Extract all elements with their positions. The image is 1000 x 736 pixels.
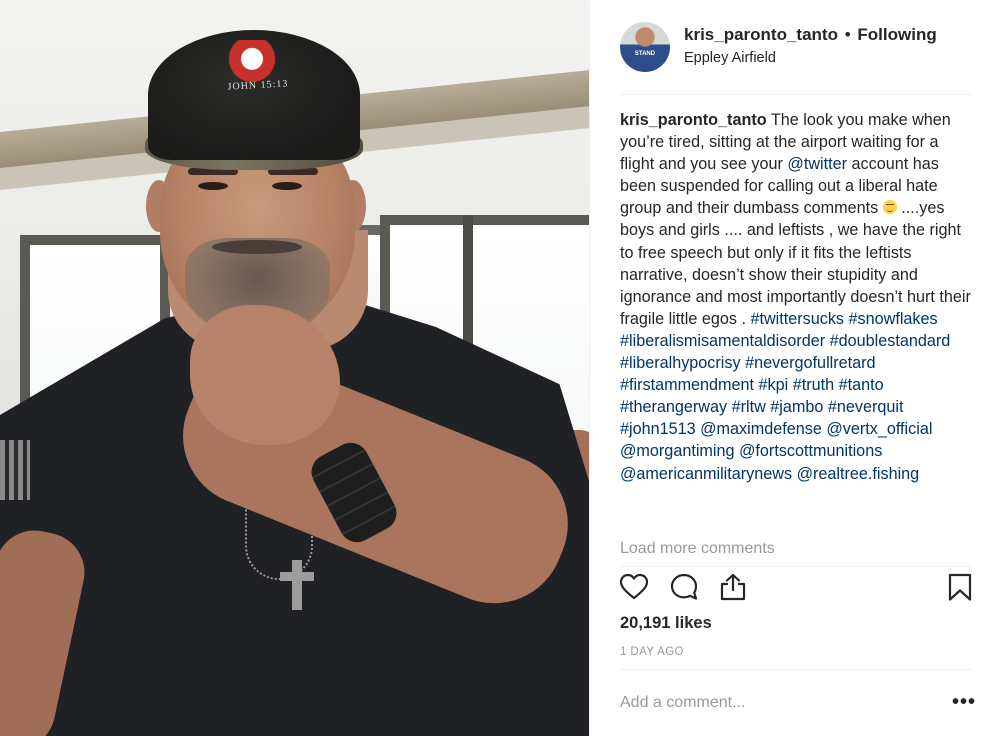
hashtag-link[interactable]: #neverquit xyxy=(828,398,904,416)
photo-eye-right xyxy=(272,182,302,190)
post-sidebar: STAND kris_paronto_tanto • Following Epp… xyxy=(589,0,1000,736)
header-divider xyxy=(620,94,972,95)
hashtag-link[interactable]: #liberalismisamentaldisorder xyxy=(620,332,825,350)
hashtag-link[interactable]: #snowflakes xyxy=(849,310,938,328)
like-button[interactable] xyxy=(619,572,649,602)
heart-icon xyxy=(619,573,649,600)
share-button[interactable] xyxy=(718,572,748,602)
location-link[interactable]: Eppley Airfield xyxy=(684,50,776,66)
comment-bubble-icon xyxy=(670,573,698,600)
photo-cap-emblem xyxy=(222,40,282,82)
photo-cross-pendant-bar xyxy=(280,572,314,581)
hashtag-link[interactable]: #twittersucks xyxy=(750,310,844,328)
hashtag-link[interactable]: #doublestandard xyxy=(830,332,951,350)
mention-link[interactable]: @twitter xyxy=(787,155,847,173)
bookmark-icon xyxy=(948,573,972,601)
hashtag-link[interactable]: #liberalhypocrisy xyxy=(620,354,741,372)
hashtag-link[interactable]: #john1513 xyxy=(620,420,696,438)
action-bar xyxy=(590,568,1000,608)
hashtag-link[interactable]: #rltw xyxy=(732,398,766,416)
caption-username-link[interactable]: kris_paronto_tanto xyxy=(620,111,767,129)
mention-link[interactable]: @maximdefense xyxy=(700,420,822,438)
mention-link[interactable]: @realtree.fishing xyxy=(797,465,920,483)
hashtag-list: #twittersucks #snowflakes #liberalismisa… xyxy=(620,310,950,483)
share-icon xyxy=(720,573,746,601)
load-more-comments-button[interactable]: Load more comments xyxy=(620,540,775,558)
hashtag-link[interactable]: #jambo xyxy=(770,398,823,416)
add-comment-input[interactable]: Add a comment... xyxy=(620,694,920,712)
hashtag-link[interactable]: #firstammendment xyxy=(620,376,754,394)
hashtag-link[interactable]: #nevergofullretard xyxy=(745,354,875,372)
following-button[interactable]: Following xyxy=(857,25,936,44)
likes-count[interactable]: 20,191 likes xyxy=(620,614,712,633)
caption-text-3: ....yes boys and girls .... and leftists… xyxy=(620,199,971,328)
post-header: STAND kris_paronto_tanto • Following Epp… xyxy=(590,0,1000,94)
photo-eye-left xyxy=(198,182,228,190)
hashtag-link[interactable]: #therangerway xyxy=(620,398,727,416)
save-button[interactable] xyxy=(945,572,975,602)
post-caption: kris_paronto_tanto The look you make whe… xyxy=(620,109,976,485)
unamused-face-emoji-icon xyxy=(882,200,897,215)
mention-link[interactable]: @americanmilitarynews xyxy=(620,465,792,483)
mention-link[interactable]: @fortscottmunitions xyxy=(739,442,882,460)
hashtag-link[interactable]: #kpi xyxy=(759,376,789,394)
mention-link[interactable]: @morgantiming xyxy=(620,442,735,460)
mention-link[interactable]: @vertx_official xyxy=(826,420,932,438)
username-link[interactable]: kris_paronto_tanto xyxy=(684,25,838,44)
hashtag-link[interactable]: #tanto xyxy=(839,376,884,394)
hashtag-link[interactable]: #truth xyxy=(793,376,834,394)
post-photo[interactable]: JOHN 15:13 xyxy=(0,0,589,736)
more-options-button[interactable]: ••• xyxy=(952,690,976,714)
actions-divider xyxy=(620,566,972,567)
avatar[interactable]: STAND xyxy=(620,22,670,72)
comment-button[interactable] xyxy=(669,572,699,602)
post-timestamp[interactable]: 1 DAY AGO xyxy=(620,646,684,658)
photo-mustache xyxy=(212,240,302,254)
photo-flag-patch xyxy=(0,440,30,500)
comment-divider xyxy=(620,669,972,670)
photo-cross-pendant xyxy=(292,560,302,610)
avatar-shirt-text: STAND xyxy=(634,51,656,57)
separator-dot: • xyxy=(844,25,851,44)
username-row: kris_paronto_tanto • Following xyxy=(684,25,937,45)
